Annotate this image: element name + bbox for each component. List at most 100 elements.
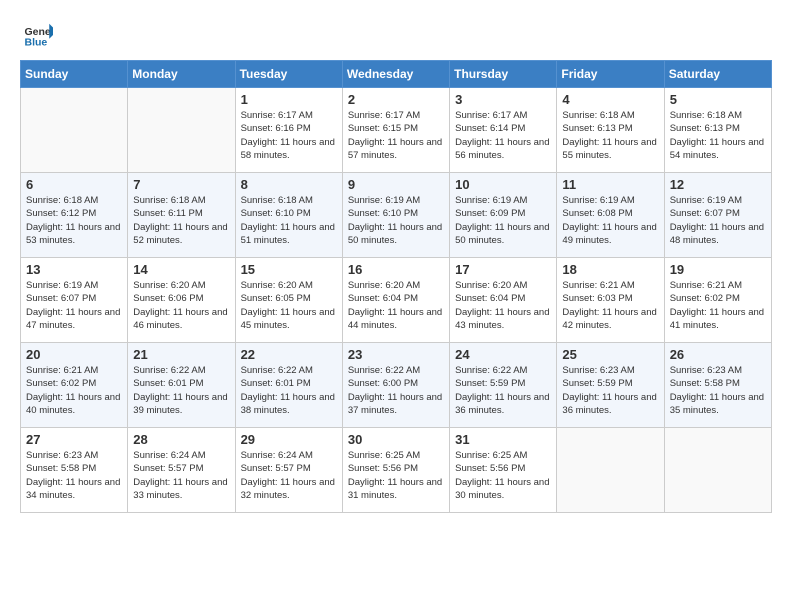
- calendar-week-row: 6Sunrise: 6:18 AM Sunset: 6:12 PM Daylig…: [21, 173, 772, 258]
- calendar-cell: 9Sunrise: 6:19 AM Sunset: 6:10 PM Daylig…: [342, 173, 449, 258]
- calendar-cell: 15 Sunrise: 6:20 AM Sunset: 6:05 PM Dayli…: [235, 258, 342, 343]
- calendar-week-row: 20 Sunrise: 6:21 AM Sunset: 6:02 PM Dayli…: [21, 343, 772, 428]
- day-header-tuesday: Tuesday: [235, 61, 342, 88]
- day-info: Sunrise: 6:19 AM Sunset: 6:08 PM Dayligh…: [562, 194, 658, 247]
- day-number: 30: [348, 432, 444, 447]
- calendar-cell: 26 Sunrise: 6:23 AM Sunset: 5:58 PM Dayli…: [664, 343, 771, 428]
- day-number: 19: [670, 262, 766, 277]
- day-info: Sunrise: 6:24 AM Sunset: 5:57 PM Dayligh…: [133, 449, 229, 502]
- day-number: 7: [133, 177, 229, 192]
- day-number: 10: [455, 177, 551, 192]
- logo: General Blue: [20, 20, 53, 50]
- day-header-thursday: Thursday: [450, 61, 557, 88]
- header: General Blue: [20, 20, 772, 50]
- day-number: 17: [455, 262, 551, 277]
- day-number: 25: [562, 347, 658, 362]
- day-header-wednesday: Wednesday: [342, 61, 449, 88]
- calendar-cell: 22 Sunrise: 6:22 AM Sunset: 6:01 PM Dayli…: [235, 343, 342, 428]
- day-info: Sunrise: 6:22 AM Sunset: 5:59 PM Dayligh…: [455, 364, 551, 417]
- calendar-cell: 4 Sunrise: 6:18 AM Sunset: 6:13 PM Daylig…: [557, 88, 664, 173]
- day-info: Sunrise: 6:21 AM Sunset: 6:03 PM Dayligh…: [562, 279, 658, 332]
- calendar-week-row: 13 Sunrise: 6:19 AM Sunset: 6:07 PM Dayli…: [21, 258, 772, 343]
- day-info: Sunrise: 6:19 AM Sunset: 6:07 PM Dayligh…: [670, 194, 766, 247]
- calendar-cell: 10 Sunrise: 6:19 AM Sunset: 6:09 PM Dayli…: [450, 173, 557, 258]
- calendar-cell: [664, 428, 771, 513]
- calendar-cell: 6Sunrise: 6:18 AM Sunset: 6:12 PM Daylig…: [21, 173, 128, 258]
- day-header-saturday: Saturday: [664, 61, 771, 88]
- day-number: 26: [670, 347, 766, 362]
- day-number: 1: [241, 92, 337, 107]
- calendar-cell: 29Sunrise: 6:24 AM Sunset: 5:57 PM Dayli…: [235, 428, 342, 513]
- day-number: 15: [241, 262, 337, 277]
- calendar-cell: 7 Sunrise: 6:18 AM Sunset: 6:11 PM Daylig…: [128, 173, 235, 258]
- calendar-cell: 30 Sunrise: 6:25 AM Sunset: 5:56 PM Dayli…: [342, 428, 449, 513]
- day-info: Sunrise: 6:21 AM Sunset: 6:02 PM Dayligh…: [670, 279, 766, 332]
- day-number: 24: [455, 347, 551, 362]
- calendar-cell: [21, 88, 128, 173]
- calendar-cell: 25Sunrise: 6:23 AM Sunset: 5:59 PM Dayli…: [557, 343, 664, 428]
- calendar-cell: 23 Sunrise: 6:22 AM Sunset: 6:00 PM Dayli…: [342, 343, 449, 428]
- calendar-cell: 3 Sunrise: 6:17 AM Sunset: 6:14 PM Daylig…: [450, 88, 557, 173]
- day-number: 29: [241, 432, 337, 447]
- day-info: Sunrise: 6:23 AM Sunset: 5:58 PM Dayligh…: [26, 449, 122, 502]
- calendar-cell: [128, 88, 235, 173]
- day-info: Sunrise: 6:17 AM Sunset: 6:14 PM Dayligh…: [455, 109, 551, 162]
- calendar-cell: 28 Sunrise: 6:24 AM Sunset: 5:57 PM Dayli…: [128, 428, 235, 513]
- calendar-cell: 31Sunrise: 6:25 AM Sunset: 5:56 PM Dayli…: [450, 428, 557, 513]
- day-number: 21: [133, 347, 229, 362]
- calendar-cell: 2Sunrise: 6:17 AM Sunset: 6:15 PM Daylig…: [342, 88, 449, 173]
- day-info: Sunrise: 6:17 AM Sunset: 6:15 PM Dayligh…: [348, 109, 444, 162]
- day-number: 20: [26, 347, 122, 362]
- calendar-cell: [557, 428, 664, 513]
- day-info: Sunrise: 6:23 AM Sunset: 5:58 PM Dayligh…: [670, 364, 766, 417]
- day-number: 23: [348, 347, 444, 362]
- calendar-cell: 19 Sunrise: 6:21 AM Sunset: 6:02 PM Dayli…: [664, 258, 771, 343]
- day-info: Sunrise: 6:22 AM Sunset: 6:01 PM Dayligh…: [133, 364, 229, 417]
- svg-text:Blue: Blue: [25, 37, 48, 49]
- calendar-cell: 24 Sunrise: 6:22 AM Sunset: 5:59 PM Dayli…: [450, 343, 557, 428]
- calendar-cell: 13 Sunrise: 6:19 AM Sunset: 6:07 PM Dayli…: [21, 258, 128, 343]
- calendar-week-row: 27 Sunrise: 6:23 AM Sunset: 5:58 PM Dayli…: [21, 428, 772, 513]
- day-header-monday: Monday: [128, 61, 235, 88]
- day-info: Sunrise: 6:20 AM Sunset: 6:04 PM Dayligh…: [348, 279, 444, 332]
- calendar-cell: 12 Sunrise: 6:19 AM Sunset: 6:07 PM Dayli…: [664, 173, 771, 258]
- day-number: 31: [455, 432, 551, 447]
- day-info: Sunrise: 6:18 AM Sunset: 6:10 PM Dayligh…: [241, 194, 337, 247]
- calendar-cell: 14 Sunrise: 6:20 AM Sunset: 6:06 PM Dayli…: [128, 258, 235, 343]
- day-info: Sunrise: 6:18 AM Sunset: 6:11 PM Dayligh…: [133, 194, 229, 247]
- calendar-cell: 8 Sunrise: 6:18 AM Sunset: 6:10 PM Daylig…: [235, 173, 342, 258]
- calendar-cell: 1 Sunrise: 6:17 AM Sunset: 6:16 PM Daylig…: [235, 88, 342, 173]
- day-info: Sunrise: 6:22 AM Sunset: 6:00 PM Dayligh…: [348, 364, 444, 417]
- day-number: 5: [670, 92, 766, 107]
- day-info: Sunrise: 6:18 AM Sunset: 6:13 PM Dayligh…: [670, 109, 766, 162]
- day-info: Sunrise: 6:19 AM Sunset: 6:07 PM Dayligh…: [26, 279, 122, 332]
- day-info: Sunrise: 6:20 AM Sunset: 6:05 PM Dayligh…: [241, 279, 337, 332]
- day-number: 13: [26, 262, 122, 277]
- calendar-cell: 21 Sunrise: 6:22 AM Sunset: 6:01 PM Dayli…: [128, 343, 235, 428]
- day-info: Sunrise: 6:22 AM Sunset: 6:01 PM Dayligh…: [241, 364, 337, 417]
- day-number: 6: [26, 177, 122, 192]
- day-info: Sunrise: 6:19 AM Sunset: 6:09 PM Dayligh…: [455, 194, 551, 247]
- day-number: 3: [455, 92, 551, 107]
- calendar-cell: 5 Sunrise: 6:18 AM Sunset: 6:13 PM Daylig…: [664, 88, 771, 173]
- calendar-cell: 11 Sunrise: 6:19 AM Sunset: 6:08 PM Dayli…: [557, 173, 664, 258]
- day-number: 4: [562, 92, 658, 107]
- day-number: 11: [562, 177, 658, 192]
- day-info: Sunrise: 6:18 AM Sunset: 6:13 PM Dayligh…: [562, 109, 658, 162]
- day-info: Sunrise: 6:25 AM Sunset: 5:56 PM Dayligh…: [348, 449, 444, 502]
- day-number: 9: [348, 177, 444, 192]
- day-header-sunday: Sunday: [21, 61, 128, 88]
- day-number: 28: [133, 432, 229, 447]
- day-info: Sunrise: 6:17 AM Sunset: 6:16 PM Dayligh…: [241, 109, 337, 162]
- day-number: 12: [670, 177, 766, 192]
- day-number: 18: [562, 262, 658, 277]
- calendar-week-row: 1 Sunrise: 6:17 AM Sunset: 6:16 PM Daylig…: [21, 88, 772, 173]
- day-number: 8: [241, 177, 337, 192]
- day-number: 27: [26, 432, 122, 447]
- day-number: 22: [241, 347, 337, 362]
- calendar-cell: 18 Sunrise: 6:21 AM Sunset: 6:03 PM Dayli…: [557, 258, 664, 343]
- day-info: Sunrise: 6:20 AM Sunset: 6:06 PM Dayligh…: [133, 279, 229, 332]
- logo-icon: General Blue: [23, 20, 53, 50]
- day-info: Sunrise: 6:21 AM Sunset: 6:02 PM Dayligh…: [26, 364, 122, 417]
- day-number: 14: [133, 262, 229, 277]
